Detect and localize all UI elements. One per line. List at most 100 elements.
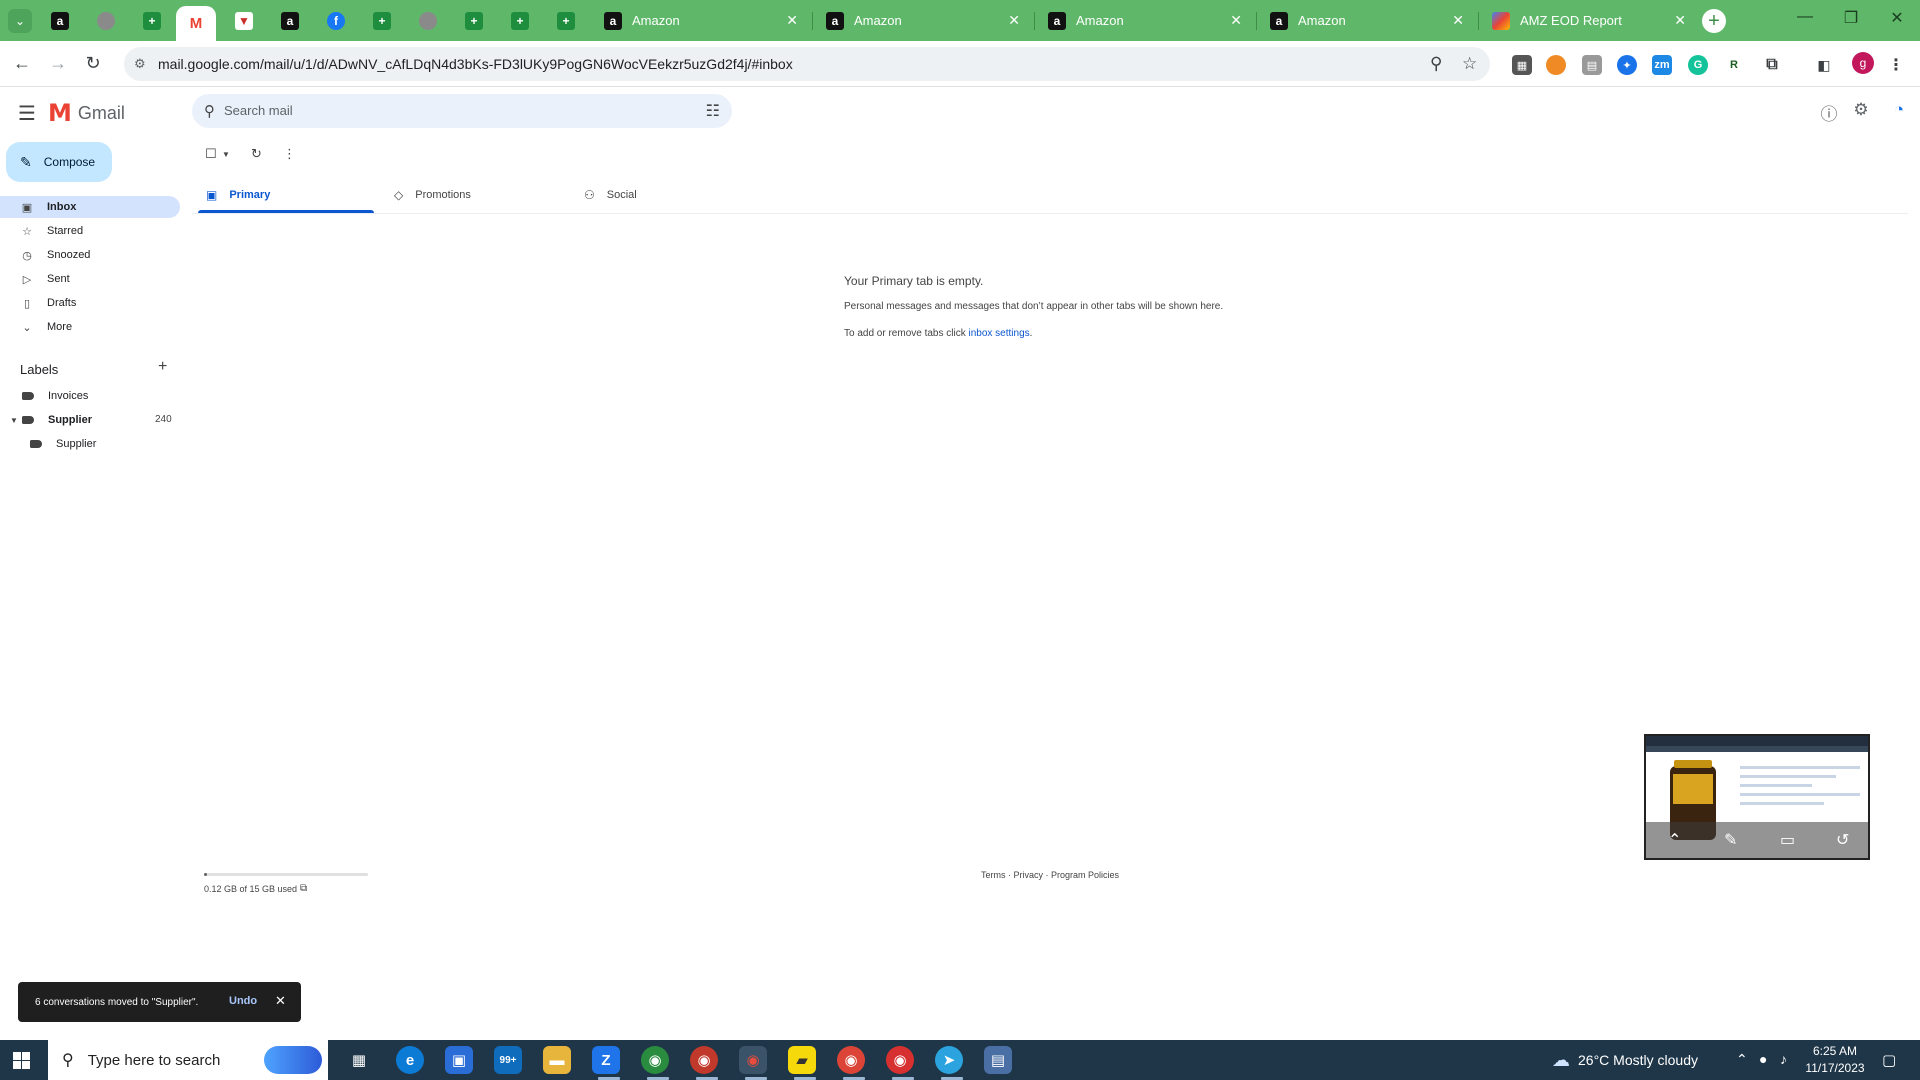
tab-amazon-4[interactable]: a Amazon ✕	[1256, 6, 1476, 35]
label-supplier-nested[interactable]: Supplier	[30, 438, 96, 450]
sidebar-item-sent[interactable]: ▷ Sent	[0, 268, 180, 290]
address-bar[interactable]: ⚙ mail.google.com/mail/u/1/d/ADwNV_cAfLD…	[124, 47, 1490, 81]
storage-usage-text[interactable]: 0.12 GB of 15 GB used	[204, 884, 297, 894]
grammarly-icon[interactable]: G	[1688, 55, 1708, 75]
pinned-tab-globe-2[interactable]	[408, 6, 448, 35]
close-icon[interactable]: ✕	[1230, 12, 1242, 29]
tab-search-button[interactable]: ⌄	[8, 9, 32, 33]
pinned-tab-sheets-2[interactable]: +	[362, 6, 402, 35]
sidebar-item-starred[interactable]: ☆ Starred	[0, 220, 180, 242]
pinned-tab-facebook[interactable]: f	[316, 6, 356, 35]
pinned-tab-sheets[interactable]: +	[132, 6, 172, 35]
pip-expand-icon[interactable]: ⌃	[1668, 830, 1681, 850]
close-icon[interactable]: ✕	[1452, 12, 1464, 29]
microphone-icon[interactable]: ●	[1759, 1051, 1767, 1067]
sidebar-item-snoozed[interactable]: ◷ Snoozed	[0, 244, 180, 266]
close-window-button[interactable]: ✕	[1882, 8, 1912, 28]
search-bar[interactable]: ⚲ Search mail ☷	[192, 94, 732, 128]
sidebar-item-more[interactable]: ⌄ More	[0, 316, 180, 338]
back-to-tab-icon[interactable]: ↺	[1836, 830, 1849, 850]
extension-zm-icon[interactable]: zm	[1652, 55, 1672, 75]
weather-widget[interactable]: ☁ 26°C Mostly cloudy	[1552, 1040, 1698, 1080]
notification-center-icon[interactable]: ▢	[1882, 1051, 1896, 1069]
show-hidden-icons-icon[interactable]: ⌃	[1736, 1051, 1748, 1068]
pinned-tab-gmail[interactable]: M	[176, 6, 216, 41]
google-account-icon[interactable]: ◔	[1888, 100, 1910, 120]
speaker-icon[interactable]: ♪	[1780, 1051, 1787, 1067]
extension-orange-icon[interactable]	[1546, 55, 1566, 75]
extensions-puzzle-icon[interactable]: ⧉	[1762, 55, 1782, 75]
close-icon[interactable]: ✕	[1008, 12, 1020, 29]
tab-promotions[interactable]: ◇ Promotions	[394, 176, 471, 214]
task-view-icon[interactable]: ▦	[345, 1046, 373, 1074]
footer-links[interactable]: Terms · Privacy · Program Policies	[981, 870, 1119, 880]
profile-avatar[interactable]: g	[1852, 52, 1874, 74]
settings-gear-icon[interactable]: ⚙	[1850, 100, 1872, 120]
select-dropdown-icon[interactable]: ▼	[222, 150, 230, 159]
tab-social[interactable]: ⚇ Social	[584, 176, 637, 214]
mail-app-icon[interactable]: 99+	[494, 1046, 522, 1074]
taskbar-search-box[interactable]: ⚲ Type here to search	[48, 1040, 328, 1080]
extension-blue-icon[interactable]: ✦	[1617, 55, 1637, 75]
store-icon[interactable]: ▣	[445, 1046, 473, 1074]
mic-muted-icon[interactable]: ✎	[1724, 830, 1737, 850]
search-options-icon[interactable]: ☷	[706, 101, 720, 121]
sidebar-item-drafts[interactable]: ▯ Drafts	[0, 292, 180, 314]
label-supplier[interactable]: Supplier	[22, 414, 92, 426]
minimize-button[interactable]: —	[1790, 8, 1820, 26]
search-input[interactable]: Search mail	[224, 103, 293, 118]
sidebar-item-inbox[interactable]: ▣ Inbox	[0, 196, 180, 218]
compose-button[interactable]: ✎ Compose	[6, 142, 112, 182]
extension-rs-icon[interactable]: R	[1724, 55, 1744, 75]
search-icon[interactable]: ⚲	[204, 102, 215, 120]
zoom-app-icon[interactable]: Z	[592, 1046, 620, 1074]
label-invoices[interactable]: Invoices	[22, 390, 88, 402]
pinned-tab-amazon[interactable]: a	[40, 6, 80, 35]
forward-button[interactable]: →	[47, 53, 69, 74]
extension-off-icon[interactable]: ▦	[1512, 55, 1532, 75]
new-tab-button[interactable]: +	[1702, 9, 1726, 33]
tab-amz-eod-report[interactable]: AMZ EOD Report ✕	[1478, 6, 1698, 35]
close-icon[interactable]: ✕	[275, 993, 286, 1009]
browser-menu-icon[interactable]: ⋮	[1886, 55, 1906, 75]
camera-icon[interactable]: ▭	[1780, 830, 1795, 850]
chrome-profile-4-icon[interactable]: ◉	[886, 1046, 914, 1074]
pinned-tab-sheets-4[interactable]: +	[500, 6, 540, 35]
tab-amazon-2[interactable]: a Amazon ✕	[812, 6, 1032, 35]
create-label-plus-icon[interactable]: +	[158, 358, 167, 376]
undo-button[interactable]: Undo	[229, 995, 257, 1007]
tab-primary[interactable]: ▣ Primary	[206, 176, 270, 214]
tab-amazon-3[interactable]: a Amazon ✕	[1034, 6, 1254, 35]
tab-amazon-1[interactable]: a Amazon ✕	[590, 6, 810, 35]
pinned-tab-amazon-2[interactable]: a	[270, 6, 310, 35]
bookmark-star-icon[interactable]: ☆	[1462, 54, 1477, 74]
gmail-logo[interactable]: M Gmail	[48, 99, 125, 127]
file-explorer-icon[interactable]: ▬	[543, 1046, 571, 1074]
expand-caret-icon[interactable]: ▼	[10, 416, 18, 425]
side-panel-icon[interactable]: ◧	[1814, 55, 1834, 75]
pinned-tab-vpn[interactable]: ▼	[224, 6, 264, 35]
refresh-icon[interactable]: ↻	[251, 146, 262, 162]
help-icon[interactable]: ⓘ	[1818, 100, 1840, 125]
close-icon[interactable]: ✕	[1674, 12, 1686, 29]
close-icon[interactable]: ✕	[786, 12, 798, 29]
windows-start-icon[interactable]	[13, 1052, 30, 1069]
restore-button[interactable]: ❐	[1836, 8, 1866, 28]
pinned-tab-globe[interactable]	[86, 6, 126, 35]
inbox-settings-link[interactable]: inbox settings	[969, 328, 1030, 339]
open-in-new-icon[interactable]: ⧉	[300, 883, 307, 894]
chrome-profile-1-icon[interactable]: ◉	[641, 1046, 669, 1074]
main-menu-icon[interactable]: ☰	[18, 101, 36, 126]
pinned-tab-sheets-5[interactable]: +	[546, 6, 586, 35]
telegram-icon[interactable]: ➤	[935, 1046, 963, 1074]
more-options-icon[interactable]: ⋮	[283, 146, 296, 162]
calculator-icon[interactable]: ▤	[984, 1046, 1012, 1074]
chrome-profile-2-icon[interactable]: ◉	[690, 1046, 718, 1074]
chrome-profile-active-icon[interactable]: ◉	[739, 1046, 767, 1074]
reload-button[interactable]: ↻	[82, 53, 104, 74]
extension-grid-icon[interactable]: ▤	[1582, 55, 1602, 75]
zoom-icon[interactable]: ⚲	[1430, 54, 1442, 74]
pinned-tab-sheets-3[interactable]: +	[454, 6, 494, 35]
back-button[interactable]: ←	[11, 53, 33, 74]
select-checkbox[interactable]: ☐	[205, 146, 217, 162]
